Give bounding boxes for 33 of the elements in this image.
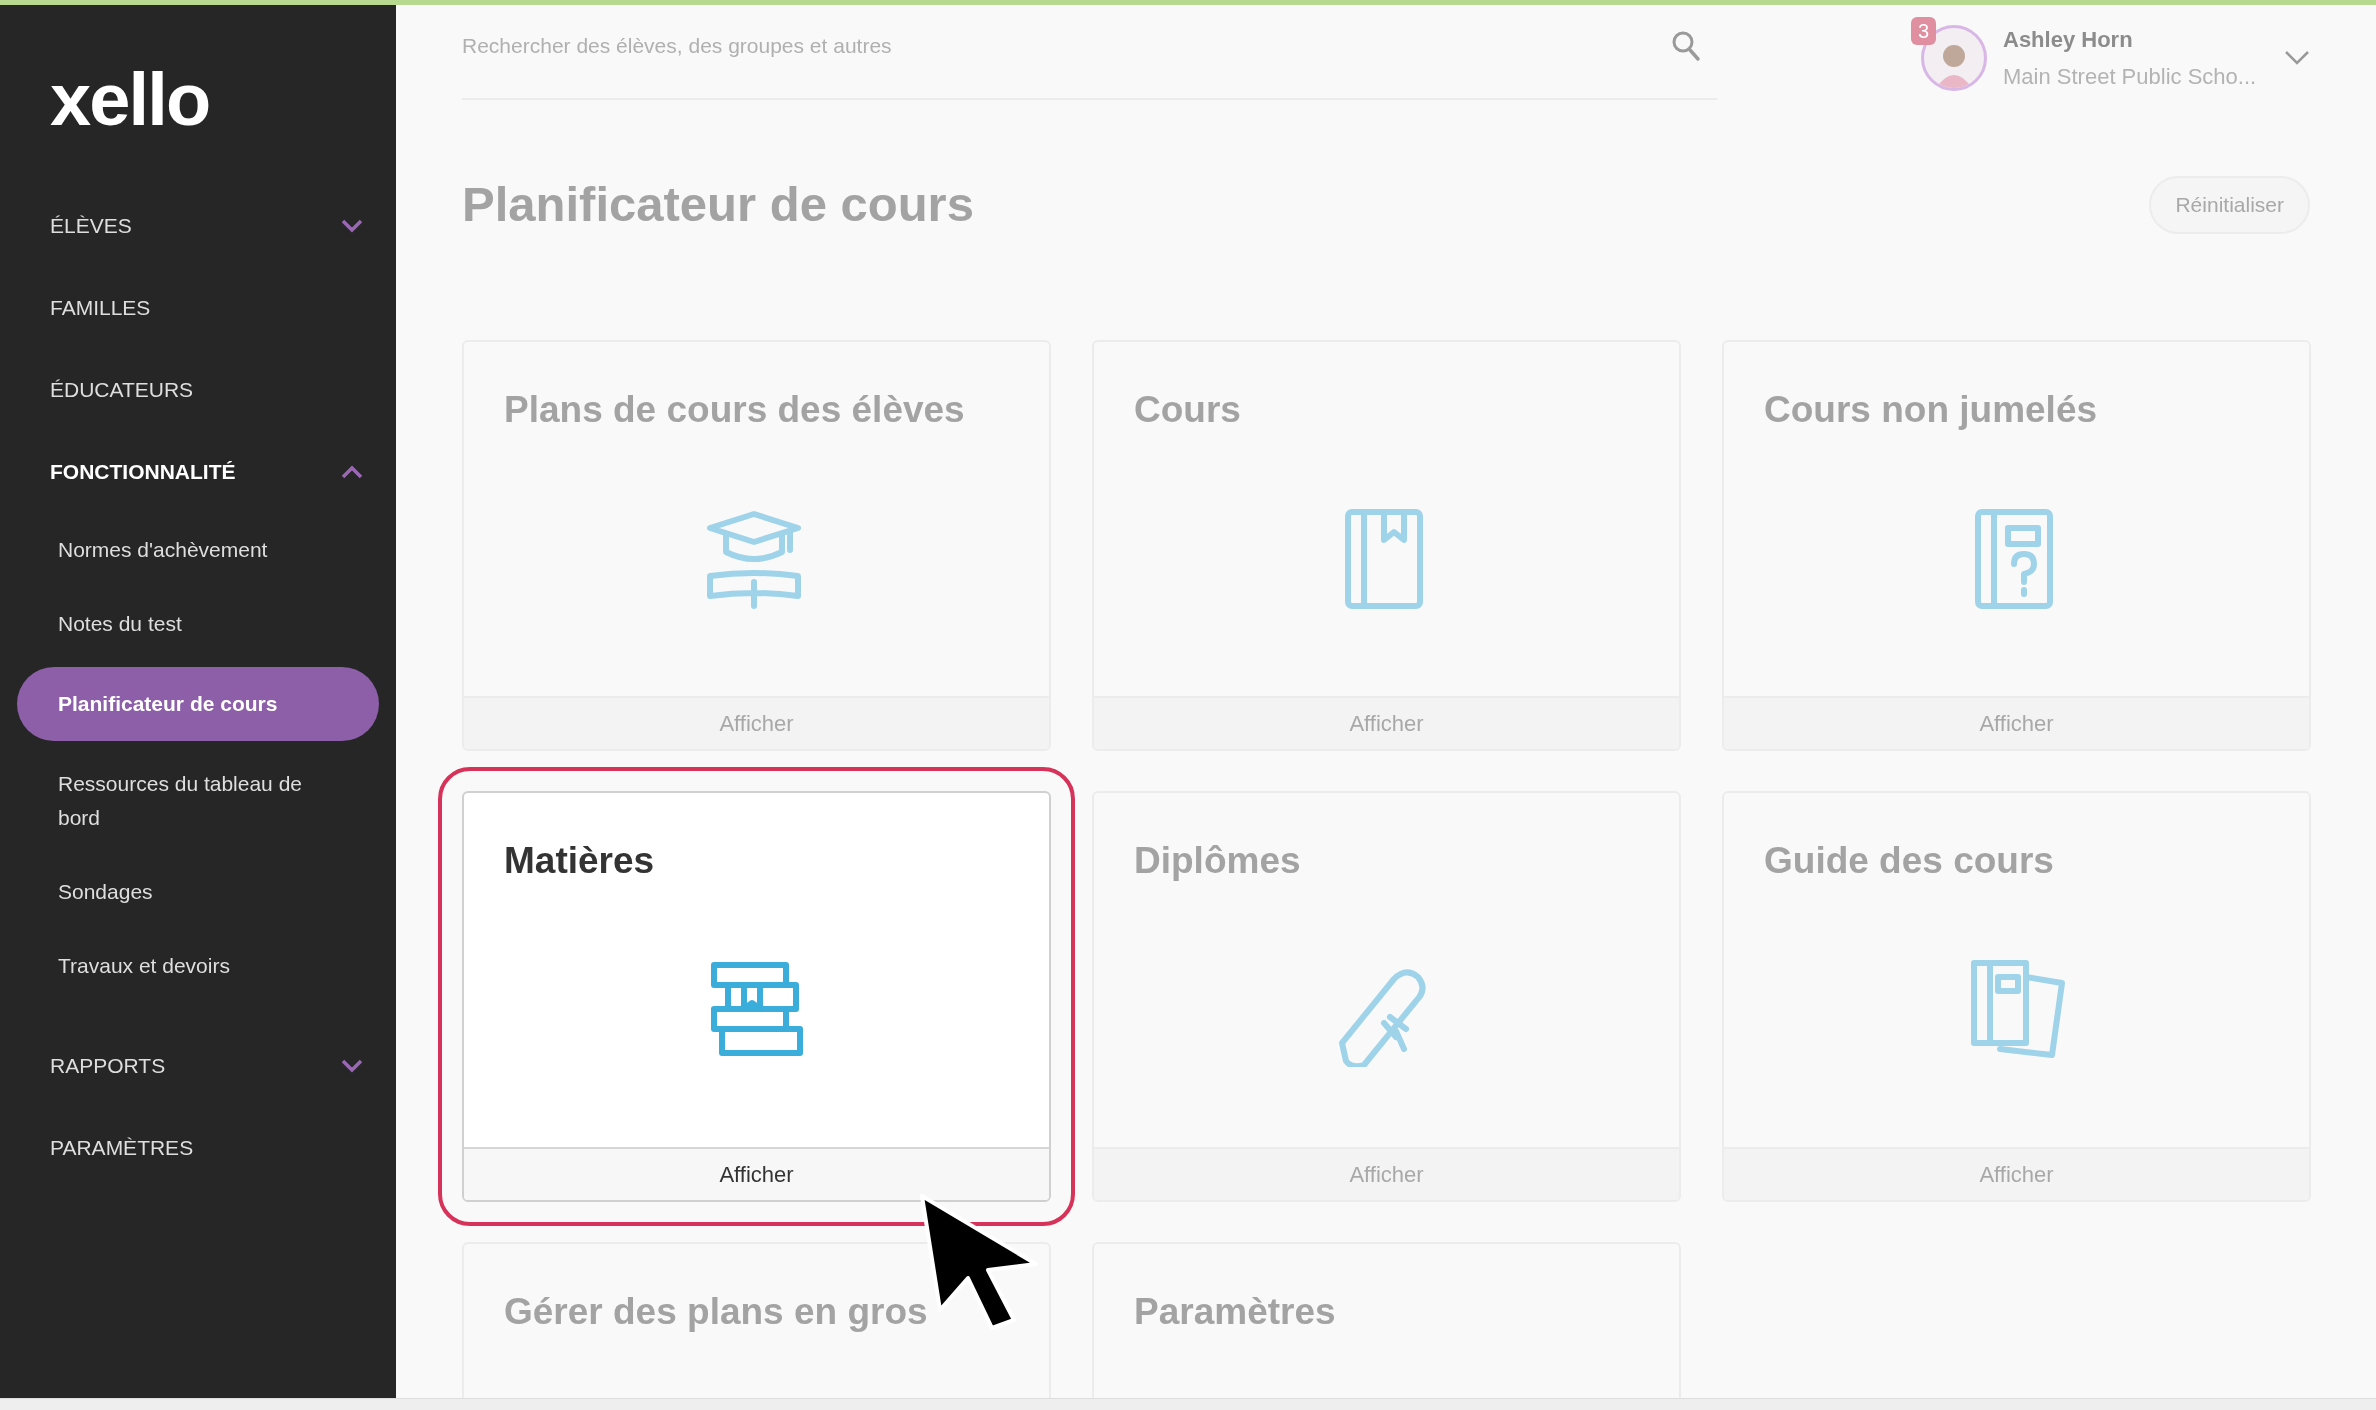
notification-badge: 3 xyxy=(1911,17,1937,45)
chevron-down-icon[interactable] xyxy=(2284,50,2310,66)
user-name: Ashley Horn xyxy=(2003,26,2134,54)
nav-subitem[interactable]: Normes d'achèvement xyxy=(17,513,379,587)
page-title: Planificateur de cours xyxy=(462,176,974,233)
search-field[interactable]: Rechercher des élèves, des groupes et autres xyxy=(462,29,1362,62)
card-title: Diplômes xyxy=(1134,838,1301,883)
nav-item[interactable]: FONCTIONNALITÉ xyxy=(50,456,236,488)
xello-logo[interactable]: xello xyxy=(50,58,210,141)
chevron-up-icon[interactable] xyxy=(340,465,364,479)
search-icon xyxy=(1671,29,1701,62)
card-title: Matières xyxy=(504,838,655,883)
card-title: Cours xyxy=(1134,387,1241,432)
nav-subitem[interactable]: Sondages xyxy=(17,855,379,929)
view-link[interactable]: Afficher xyxy=(464,1146,1049,1200)
nav-item[interactable]: RAPPORTS xyxy=(50,1050,166,1082)
card-title: Plans de cours des élèves xyxy=(504,387,965,432)
school-name: Main Street Public Scho... xyxy=(2003,63,2258,91)
nav-item[interactable]: ÉLÈVES xyxy=(50,210,132,242)
feature-card[interactable]: Matières Afficher xyxy=(462,790,1051,1202)
card-title: Gérer des plans en gros xyxy=(504,1289,928,1334)
chevron-down-icon[interactable] xyxy=(340,219,364,233)
nav-subitem[interactable]: Ressources du tableau de bord xyxy=(17,747,379,855)
card-title: Guide des cours xyxy=(1764,838,2054,883)
nav-subitem[interactable]: Notes du test xyxy=(17,587,379,661)
nav-subitem[interactable]: Travaux et devoirs xyxy=(17,929,379,1003)
nav-item[interactable]: ÉDUCATEURS xyxy=(50,374,194,406)
nav-item[interactable]: PARAMÈTRES xyxy=(50,1132,194,1164)
card-title: Paramètres xyxy=(1134,1289,1336,1334)
nav-item[interactable]: FAMILLES xyxy=(50,292,151,324)
nav-subitem[interactable]: Planificateur de cours xyxy=(17,667,379,741)
chevron-down-icon[interactable] xyxy=(340,1059,364,1073)
card-title: Cours non jumelés xyxy=(1764,387,2098,432)
